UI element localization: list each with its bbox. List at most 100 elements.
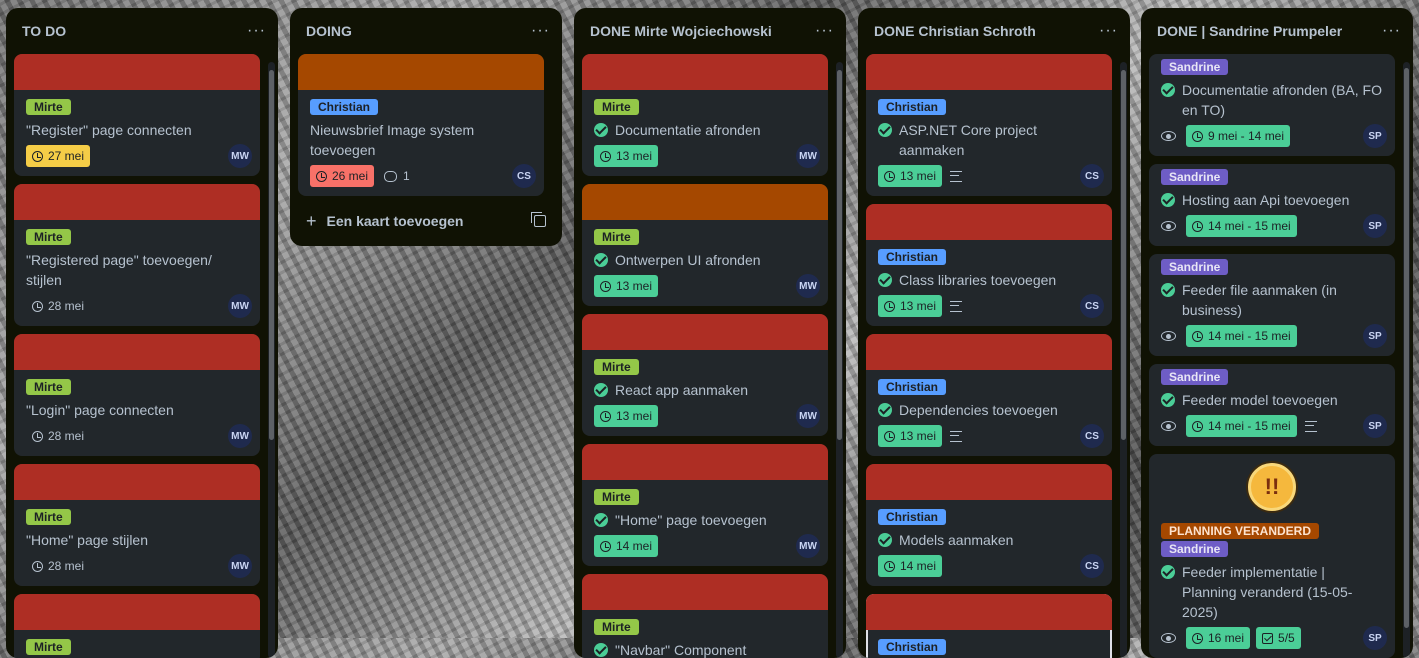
card-label[interactable]: Christian (878, 249, 947, 265)
card-label[interactable]: Sandrine (1161, 259, 1229, 275)
complete-check-icon[interactable] (1161, 193, 1175, 207)
card[interactable]: Christian Models aanmaken 14 mei CS (866, 464, 1112, 586)
avatar[interactable]: SP (1363, 324, 1387, 348)
avatar[interactable]: CS (1080, 554, 1104, 578)
list-menu-icon[interactable]: ··· (1382, 22, 1401, 40)
due-date-badge[interactable]: 14 mei (594, 535, 659, 557)
card-label[interactable]: Sandrine (1161, 169, 1229, 185)
avatar[interactable]: MW (796, 144, 820, 168)
avatar[interactable]: MW (228, 144, 252, 168)
due-date-badge[interactable]: 14 mei - 15 mei (1186, 215, 1297, 237)
avatar[interactable]: MW (228, 424, 252, 448)
due-date-badge[interactable]: 26 mei (310, 165, 375, 187)
card[interactable]: ChristianInterfaces aanmaken (866, 594, 1112, 658)
card[interactable]: Mirte "Navbar" Component (582, 574, 828, 658)
due-date-badge[interactable]: 28 mei (26, 555, 90, 577)
card-label[interactable]: Sandrine (1161, 541, 1229, 557)
avatar[interactable]: MW (796, 534, 820, 558)
avatar[interactable]: MW (796, 404, 820, 428)
card[interactable]: Mirte (14, 594, 260, 658)
list-menu-icon[interactable]: ··· (1099, 22, 1118, 40)
card-label[interactable]: Mirte (26, 229, 71, 245)
due-date-badge[interactable]: 16 mei (1186, 627, 1251, 649)
card-template-icon[interactable] (531, 212, 546, 227)
card[interactable]: Christian Class libraries toevoegen 13 mei… (866, 204, 1112, 326)
list-menu-icon[interactable]: ··· (247, 22, 266, 40)
card[interactable]: Mirte "Home" page stijlen 28 mei MW (14, 464, 260, 586)
complete-check-icon[interactable] (878, 123, 892, 137)
card[interactable]: Christian Nieuwsbrief Image system toevoe… (298, 54, 544, 196)
complete-check-icon[interactable] (1161, 393, 1175, 407)
complete-check-icon[interactable] (878, 403, 892, 417)
card[interactable]: Mirte "Login" page connecten 28 mei MW (14, 334, 260, 456)
avatar[interactable]: SP (1363, 414, 1387, 438)
card-label[interactable]: Mirte (26, 639, 71, 655)
card[interactable]: Christian ASP.NET Core project aanmaken 13… (866, 54, 1112, 196)
card[interactable]: Christian Dependencies toevoegen 13 mei CS (866, 334, 1112, 456)
card-label[interactable]: Christian (878, 99, 947, 115)
card-label[interactable]: Mirte (594, 619, 639, 635)
card[interactable]: Sandrine Feeder file aanmaken (in busines… (1149, 254, 1395, 356)
due-date-badge[interactable]: 14 mei (878, 555, 943, 577)
card-label[interactable]: Mirte (26, 99, 71, 115)
due-date-badge[interactable]: 14 mei - 15 mei (1186, 325, 1297, 347)
card[interactable]: Mirte "Home" page toevoegen 14 mei MW (582, 444, 828, 566)
card-label[interactable]: Mirte (26, 509, 71, 525)
card-label[interactable]: Sandrine (1161, 59, 1229, 75)
card-label[interactable]: Mirte (594, 489, 639, 505)
due-date-badge[interactable]: 13 mei (878, 165, 943, 187)
due-date-badge[interactable]: 13 mei (594, 145, 659, 167)
card-label[interactable]: PLANNING VERANDERD (1161, 523, 1320, 539)
due-date-badge[interactable]: 13 mei (878, 425, 943, 447)
avatar[interactable]: MW (228, 554, 252, 578)
card[interactable]: Sandrine Documentatie afronden (BA, FO en… (1149, 54, 1395, 156)
avatar[interactable]: MW (796, 274, 820, 298)
complete-check-icon[interactable] (594, 513, 608, 527)
due-date-badge[interactable]: 13 mei (594, 405, 659, 427)
complete-check-icon[interactable] (1161, 83, 1175, 97)
due-date-badge[interactable]: 13 mei (878, 295, 943, 317)
avatar[interactable]: MW (228, 294, 252, 318)
card-label[interactable]: Mirte (594, 229, 639, 245)
due-date-badge[interactable]: 14 mei - 15 mei (1186, 415, 1297, 437)
card[interactable]: Mirte React app aanmaken 13 mei MW (582, 314, 828, 436)
card[interactable]: !! PLANNING VERANDERD Sandrine Feeder imple… (1149, 454, 1395, 658)
complete-check-icon[interactable] (878, 533, 892, 547)
due-date-badge[interactable]: 27 mei (26, 145, 91, 167)
list-menu-icon[interactable]: ··· (815, 22, 834, 40)
avatar[interactable]: CS (512, 164, 536, 188)
card-label[interactable]: Mirte (594, 99, 639, 115)
complete-check-icon[interactable] (1161, 283, 1175, 297)
due-date-badge[interactable]: 13 mei (594, 275, 659, 297)
complete-check-icon[interactable] (594, 383, 608, 397)
avatar[interactable]: CS (1080, 424, 1104, 448)
complete-check-icon[interactable] (878, 273, 892, 287)
card[interactable]: Mirte "Register" page connecten 27 mei MW (14, 54, 260, 176)
card-label[interactable]: Christian (878, 379, 947, 395)
avatar[interactable]: CS (1080, 294, 1104, 318)
card[interactable]: Mirte Ontwerpen UI afronden 13 mei MW (582, 184, 828, 306)
card-label[interactable]: Christian (878, 639, 947, 655)
complete-check-icon[interactable] (1161, 565, 1175, 579)
card-label[interactable]: Mirte (594, 359, 639, 375)
avatar[interactable]: SP (1363, 124, 1387, 148)
avatar[interactable]: SP (1363, 626, 1387, 650)
card[interactable]: Mirte Documentatie afronden 13 mei MW (582, 54, 828, 176)
card-label[interactable]: Christian (310, 99, 379, 115)
add-card-button[interactable]: + Een kaart toevoegen (298, 204, 554, 238)
due-date-badge[interactable]: 9 mei - 14 mei (1186, 125, 1291, 147)
avatar[interactable]: SP (1363, 214, 1387, 238)
card-label[interactable]: Sandrine (1161, 369, 1229, 385)
card[interactable]: Sandrine Hosting aan Api toevoegen 14 mei … (1149, 164, 1395, 246)
complete-check-icon[interactable] (594, 253, 608, 267)
list-menu-icon[interactable]: ··· (531, 22, 550, 40)
card[interactable]: Sandrine Feeder model toevoegen 14 mei - 1… (1149, 364, 1395, 446)
card[interactable]: Mirte "Registered page" toevoegen/ stijle… (14, 184, 260, 326)
due-date-badge[interactable]: 28 mei (26, 295, 90, 317)
avatar[interactable]: CS (1080, 164, 1104, 188)
complete-check-icon[interactable] (594, 643, 608, 657)
card-label[interactable]: Christian (878, 509, 947, 525)
due-date-badge[interactable]: 28 mei (26, 425, 90, 447)
complete-check-icon[interactable] (594, 123, 608, 137)
card-label[interactable]: Mirte (26, 379, 71, 395)
